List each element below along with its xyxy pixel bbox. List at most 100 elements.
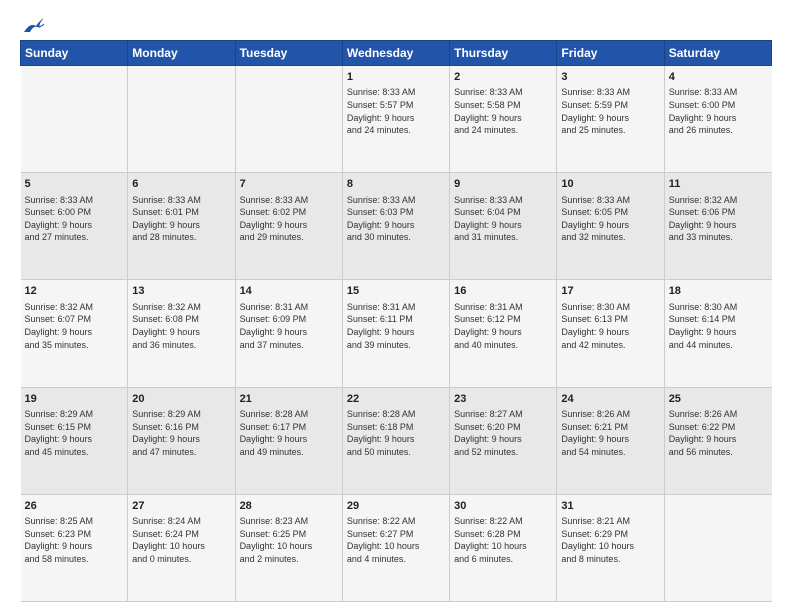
day-number: 6 <box>132 177 230 192</box>
week-row-2: 5 Sunrise: 8:33 AM Sunset: 6:00 PM Daylig… <box>21 173 772 280</box>
day-number: 1 <box>347 70 445 85</box>
day-info: Sunrise: 8:31 AM Sunset: 6:12 PM Dayligh… <box>454 301 552 351</box>
day-info: Sunrise: 8:33 AM Sunset: 5:59 PM Dayligh… <box>561 86 659 136</box>
page: SundayMondayTuesdayWednesdayThursdayFrid… <box>0 0 792 612</box>
day-info: Sunrise: 8:33 AM Sunset: 6:02 PM Dayligh… <box>240 194 338 244</box>
day-number: 28 <box>240 499 338 514</box>
day-info: Sunrise: 8:24 AM Sunset: 6:24 PM Dayligh… <box>132 515 230 565</box>
calendar-cell: 2Sunrise: 8:33 AM Sunset: 5:58 PM Daylig… <box>450 66 557 173</box>
calendar-cell: 14 Sunrise: 8:31 AM Sunset: 6:09 PM Dayli… <box>235 280 342 387</box>
calendar-cell: 7 Sunrise: 8:33 AM Sunset: 6:02 PM Daylig… <box>235 173 342 280</box>
calendar-cell: 6 Sunrise: 8:33 AM Sunset: 6:01 PM Daylig… <box>128 173 235 280</box>
weekday-header-thursday: Thursday <box>450 41 557 66</box>
day-info: Sunrise: 8:25 AM Sunset: 6:23 PM Dayligh… <box>25 515 124 565</box>
logo <box>20 18 44 36</box>
day-info: Sunrise: 8:33 AM Sunset: 5:58 PM Dayligh… <box>454 86 552 136</box>
calendar-table: SundayMondayTuesdayWednesdayThursdayFrid… <box>20 40 772 602</box>
day-number: 10 <box>561 177 659 192</box>
day-number: 18 <box>669 284 768 299</box>
day-number: 4 <box>669 70 768 85</box>
day-info: Sunrise: 8:32 AM Sunset: 6:07 PM Dayligh… <box>25 301 124 351</box>
calendar-cell: 10 Sunrise: 8:33 AM Sunset: 6:05 PM Dayli… <box>557 173 664 280</box>
calendar-cell: 11Sunrise: 8:32 AM Sunset: 6:06 PM Dayli… <box>664 173 771 280</box>
day-number: 25 <box>669 392 768 407</box>
calendar-cell <box>21 66 128 173</box>
weekday-header-friday: Friday <box>557 41 664 66</box>
day-info: Sunrise: 8:29 AM Sunset: 6:15 PM Dayligh… <box>25 408 124 458</box>
day-number: 7 <box>240 177 338 192</box>
day-number: 12 <box>25 284 124 299</box>
day-number: 8 <box>347 177 445 192</box>
weekday-header-row: SundayMondayTuesdayWednesdayThursdayFrid… <box>21 41 772 66</box>
day-info: Sunrise: 8:33 AM Sunset: 6:01 PM Dayligh… <box>132 194 230 244</box>
day-number: 17 <box>561 284 659 299</box>
calendar-cell <box>235 66 342 173</box>
calendar-cell <box>128 66 235 173</box>
calendar-cell: 4Sunrise: 8:33 AM Sunset: 6:00 PM Daylig… <box>664 66 771 173</box>
day-info: Sunrise: 8:33 AM Sunset: 5:57 PM Dayligh… <box>347 86 445 136</box>
day-number: 5 <box>25 177 124 192</box>
weekday-header-wednesday: Wednesday <box>342 41 449 66</box>
calendar-cell: 25Sunrise: 8:26 AM Sunset: 6:22 PM Dayli… <box>664 387 771 494</box>
day-info: Sunrise: 8:31 AM Sunset: 6:09 PM Dayligh… <box>240 301 338 351</box>
weekday-header-monday: Monday <box>128 41 235 66</box>
calendar-cell: 31Sunrise: 8:21 AM Sunset: 6:29 PM Dayli… <box>557 494 664 601</box>
week-row-1: 1Sunrise: 8:33 AM Sunset: 5:57 PM Daylig… <box>21 66 772 173</box>
day-info: Sunrise: 8:30 AM Sunset: 6:13 PM Dayligh… <box>561 301 659 351</box>
day-info: Sunrise: 8:22 AM Sunset: 6:27 PM Dayligh… <box>347 515 445 565</box>
day-info: Sunrise: 8:27 AM Sunset: 6:20 PM Dayligh… <box>454 408 552 458</box>
calendar-cell: 13 Sunrise: 8:32 AM Sunset: 6:08 PM Dayli… <box>128 280 235 387</box>
day-number: 9 <box>454 177 552 192</box>
day-info: Sunrise: 8:32 AM Sunset: 6:06 PM Dayligh… <box>669 194 768 244</box>
weekday-header-sunday: Sunday <box>21 41 128 66</box>
calendar-cell <box>664 494 771 601</box>
day-info: Sunrise: 8:28 AM Sunset: 6:17 PM Dayligh… <box>240 408 338 458</box>
calendar-cell: 20Sunrise: 8:29 AM Sunset: 6:16 PM Dayli… <box>128 387 235 494</box>
day-info: Sunrise: 8:31 AM Sunset: 6:11 PM Dayligh… <box>347 301 445 351</box>
day-number: 15 <box>347 284 445 299</box>
week-row-5: 26Sunrise: 8:25 AM Sunset: 6:23 PM Dayli… <box>21 494 772 601</box>
calendar-cell: 24Sunrise: 8:26 AM Sunset: 6:21 PM Dayli… <box>557 387 664 494</box>
week-row-3: 12 Sunrise: 8:32 AM Sunset: 6:07 PM Dayli… <box>21 280 772 387</box>
day-number: 27 <box>132 499 230 514</box>
header <box>20 18 772 36</box>
day-number: 20 <box>132 392 230 407</box>
calendar-cell: 19Sunrise: 8:29 AM Sunset: 6:15 PM Dayli… <box>21 387 128 494</box>
calendar-cell: 5 Sunrise: 8:33 AM Sunset: 6:00 PM Daylig… <box>21 173 128 280</box>
calendar-cell: 16 Sunrise: 8:31 AM Sunset: 6:12 PM Dayli… <box>450 280 557 387</box>
calendar-cell: 29Sunrise: 8:22 AM Sunset: 6:27 PM Dayli… <box>342 494 449 601</box>
day-number: 14 <box>240 284 338 299</box>
weekday-header-saturday: Saturday <box>664 41 771 66</box>
day-info: Sunrise: 8:33 AM Sunset: 6:00 PM Dayligh… <box>669 86 768 136</box>
day-info: Sunrise: 8:33 AM Sunset: 6:05 PM Dayligh… <box>561 194 659 244</box>
calendar-cell: 15 Sunrise: 8:31 AM Sunset: 6:11 PM Dayli… <box>342 280 449 387</box>
day-info: Sunrise: 8:26 AM Sunset: 6:21 PM Dayligh… <box>561 408 659 458</box>
calendar-cell: 23Sunrise: 8:27 AM Sunset: 6:20 PM Dayli… <box>450 387 557 494</box>
calendar-cell: 21Sunrise: 8:28 AM Sunset: 6:17 PM Dayli… <box>235 387 342 494</box>
day-number: 30 <box>454 499 552 514</box>
day-info: Sunrise: 8:28 AM Sunset: 6:18 PM Dayligh… <box>347 408 445 458</box>
day-number: 19 <box>25 392 124 407</box>
day-info: Sunrise: 8:23 AM Sunset: 6:25 PM Dayligh… <box>240 515 338 565</box>
day-number: 13 <box>132 284 230 299</box>
weekday-header-tuesday: Tuesday <box>235 41 342 66</box>
calendar: SundayMondayTuesdayWednesdayThursdayFrid… <box>20 40 772 602</box>
day-number: 23 <box>454 392 552 407</box>
logo-bird-icon <box>22 18 44 36</box>
calendar-cell: 9Sunrise: 8:33 AM Sunset: 6:04 PM Daylig… <box>450 173 557 280</box>
day-info: Sunrise: 8:33 AM Sunset: 6:03 PM Dayligh… <box>347 194 445 244</box>
day-number: 16 <box>454 284 552 299</box>
day-number: 2 <box>454 70 552 85</box>
calendar-cell: 30Sunrise: 8:22 AM Sunset: 6:28 PM Dayli… <box>450 494 557 601</box>
day-number: 31 <box>561 499 659 514</box>
calendar-cell: 22Sunrise: 8:28 AM Sunset: 6:18 PM Dayli… <box>342 387 449 494</box>
calendar-cell: 1Sunrise: 8:33 AM Sunset: 5:57 PM Daylig… <box>342 66 449 173</box>
calendar-cell: 3Sunrise: 8:33 AM Sunset: 5:59 PM Daylig… <box>557 66 664 173</box>
day-info: Sunrise: 8:33 AM Sunset: 6:00 PM Dayligh… <box>25 194 124 244</box>
day-number: 3 <box>561 70 659 85</box>
day-info: Sunrise: 8:21 AM Sunset: 6:29 PM Dayligh… <box>561 515 659 565</box>
day-info: Sunrise: 8:32 AM Sunset: 6:08 PM Dayligh… <box>132 301 230 351</box>
day-number: 29 <box>347 499 445 514</box>
calendar-cell: 26Sunrise: 8:25 AM Sunset: 6:23 PM Dayli… <box>21 494 128 601</box>
calendar-cell: 28Sunrise: 8:23 AM Sunset: 6:25 PM Dayli… <box>235 494 342 601</box>
